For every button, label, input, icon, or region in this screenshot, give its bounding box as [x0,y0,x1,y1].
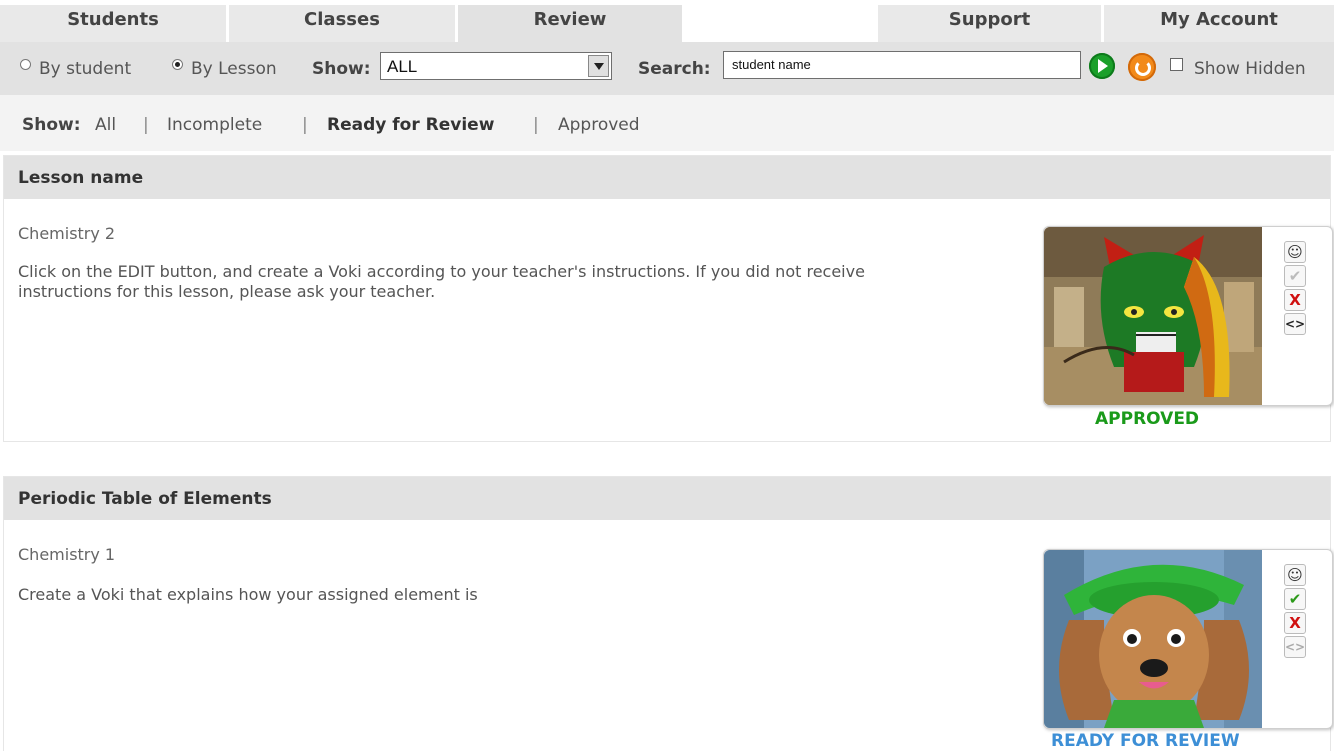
filter-ready-for-review[interactable]: Ready for Review [327,115,494,135]
status-filter-bar: Show: All | Incomplete | Ready for Revie… [0,95,1334,151]
lesson-card: Lesson name Chemistry 2 Click on the EDI… [3,155,1333,442]
tab-review[interactable]: Review [458,5,682,42]
tab-support[interactable]: Support [878,5,1104,42]
person-icon[interactable]: ☺ [1284,564,1306,586]
card-actions: ☺ ✔ X <> [1284,241,1306,337]
card-actions: ☺ ✔ X <> [1284,564,1306,660]
x-icon[interactable]: X [1284,612,1306,634]
status-badge: READY FOR REVIEW [1051,731,1240,751]
search-label: Search: [638,58,711,79]
person-icon[interactable]: ☺ [1284,241,1306,263]
code-icon[interactable]: <> [1284,313,1306,335]
show-label: Show: [312,58,371,79]
radio-by-lesson-label: By Lesson [191,58,277,79]
show-hidden-label: Show Hidden [1194,58,1306,79]
tab-bar: Students Classes Review Support My Accou… [0,0,1334,42]
filter-divider: | [143,115,149,135]
status-badge: APPROVED [1095,409,1200,429]
radio-by-student[interactable]: By student [20,42,131,95]
voki-preview: ☺ ✔ X <> [1043,226,1333,406]
filter-label: Show: [22,115,81,135]
show-select[interactable]: ALL [380,52,612,80]
check-icon[interactable]: ✔ [1284,265,1306,287]
filter-approved[interactable]: Approved [558,115,640,135]
chevron-down-icon[interactable] [588,55,609,77]
voki-preview: ☺ ✔ X <> [1043,549,1333,729]
search-input-value: student name [732,57,811,72]
radio-by-student-label: By student [39,58,132,79]
check-icon[interactable]: ✔ [1284,588,1306,610]
filter-all[interactable]: All [95,115,116,135]
lesson-subject: Chemistry 2 [18,224,116,243]
tab-classes[interactable]: Classes [229,5,458,42]
tab-students[interactable]: Students [0,5,229,42]
code-icon[interactable]: <> [1284,636,1306,658]
x-icon[interactable]: X [1284,289,1306,311]
radio-by-lesson-control[interactable] [172,59,183,70]
filter-divider: | [533,115,539,135]
radio-by-lesson[interactable]: By Lesson [172,42,277,95]
lesson-title: Lesson name [4,156,1330,199]
radio-by-student-control[interactable] [20,59,31,70]
lesson-card: Periodic Table of Elements Chemistry 1 C… [3,476,1333,751]
filter-incomplete[interactable]: Incomplete [167,115,262,135]
show-select-value: ALL [387,57,418,76]
tab-my-account[interactable]: My Account [1104,5,1334,42]
review-toolbar: By student By Lesson Show: ALL Search: s… [0,42,1334,95]
lesson-description: Click on the EDIT button, and create a V… [18,262,865,301]
filter-divider: | [302,115,308,135]
lesson-description: Create a Voki that explains how your ass… [18,585,478,604]
search-input[interactable]: student name [723,51,1081,79]
dragon-avatar[interactable] [1044,227,1262,405]
refresh-icon[interactable] [1128,53,1156,81]
show-hidden-checkbox[interactable] [1170,58,1183,71]
lesson-title: Periodic Table of Elements [4,477,1330,520]
lesson-subject: Chemistry 1 [18,545,116,564]
dog-avatar[interactable] [1044,550,1262,728]
go-arrow-icon[interactable] [1089,53,1115,79]
